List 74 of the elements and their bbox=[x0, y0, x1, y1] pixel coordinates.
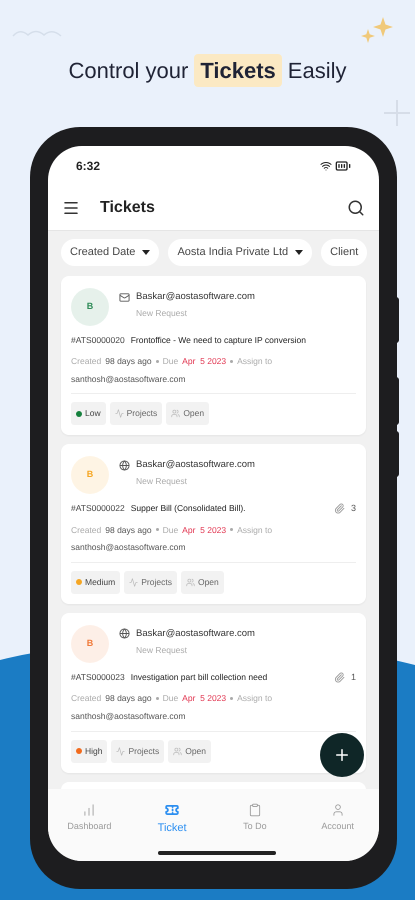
pulse-icon bbox=[114, 409, 124, 418]
due-label: Due bbox=[162, 692, 178, 705]
ticket-id: #ATS0000020 bbox=[71, 334, 125, 347]
status-tag: Open bbox=[180, 571, 224, 594]
paperclip-icon bbox=[334, 503, 345, 514]
ticket-card[interactable]: B Baskar@aostasoftware.com New Request #ATS0000023 Investigation part bill collection need 1 Created 98 days ago Due Apr 5 2023 Assign to santhosh@aostasoftware.com High Projects Open bbox=[61, 612, 366, 772]
ticket-title: Supper Bill (Consolidated Bill). bbox=[130, 502, 247, 516]
assignee-email: santhosh@aostasoftware.com bbox=[71, 541, 186, 554]
assign-label: Assign to bbox=[237, 354, 272, 368]
requester-email: Baskar@aostasoftware.com bbox=[136, 290, 255, 304]
clipboard-icon bbox=[248, 803, 262, 817]
ticket-id: #ATS0000022 bbox=[71, 502, 125, 516]
pulse-icon bbox=[116, 746, 126, 756]
plus-icon bbox=[333, 746, 351, 764]
ticket-icon bbox=[165, 803, 180, 817]
request-type: New Request bbox=[135, 307, 188, 320]
page-title: Tickets bbox=[100, 198, 156, 218]
avatar: B bbox=[71, 456, 109, 494]
due-label: Due bbox=[162, 524, 178, 536]
menu-icon[interactable] bbox=[62, 199, 80, 217]
headline-highlight: Tickets bbox=[194, 54, 282, 87]
mail-icon bbox=[119, 292, 130, 303]
ticket-card[interactable]: B Baskar@aostasoftware.com New Request #ATS0000022 Supper Bill (Consolidated Bill). 3 Created 98 days ago Due Apr 5 2023 Assign to santhosh@aostasoftware.com Medium Projects Open bbox=[61, 444, 366, 604]
ticket-title: Investigation part bill collection need bbox=[130, 671, 268, 684]
created-label: Created bbox=[71, 524, 102, 536]
pulse-icon bbox=[129, 578, 138, 587]
globe-icon bbox=[119, 628, 130, 640]
status-time: 6:32 bbox=[76, 158, 100, 175]
avatar: B bbox=[71, 624, 109, 663]
priority-tag: Low bbox=[71, 402, 106, 425]
requester-email: Baskar@aostasoftware.com bbox=[136, 458, 255, 472]
category-tag: Projects bbox=[124, 571, 177, 594]
avatar: B bbox=[71, 288, 109, 326]
due-date: Apr 5 2023 bbox=[182, 354, 226, 368]
created-age: 98 days ago bbox=[105, 354, 152, 368]
search-icon[interactable] bbox=[347, 199, 365, 217]
users-icon bbox=[173, 746, 182, 756]
paperclip-icon bbox=[334, 672, 345, 683]
category-tag: Projects bbox=[111, 740, 164, 762]
ticket-id: #ATS0000023 bbox=[71, 671, 125, 684]
assignee-email: santhosh@aostasoftware.com bbox=[71, 372, 186, 386]
headline-text: Easily bbox=[288, 57, 346, 85]
sparkle-icon bbox=[361, 17, 393, 43]
created-label: Created bbox=[71, 692, 102, 705]
headline-text: Control your bbox=[68, 57, 188, 85]
priority-tag: Medium bbox=[71, 571, 120, 594]
users-icon bbox=[186, 578, 195, 587]
attachment-count: 3 bbox=[350, 502, 356, 515]
attachment-count: 1 bbox=[350, 670, 356, 684]
assign-label: Assign to bbox=[237, 524, 272, 536]
request-type: New Request bbox=[135, 644, 188, 657]
due-label: Due bbox=[162, 354, 178, 368]
user-icon bbox=[330, 803, 345, 817]
category-tag: Projects bbox=[110, 402, 162, 425]
ticket-card[interactable]: B Baskar@aostasoftware.com New Request #ATS0000020 Frontoffice - We need to capture IP conversion Created 98 days ago Due Apr 5 2023 Assign to santhosh@aostasoftware.com Low Projects Open bbox=[61, 276, 366, 435]
assign-label: Assign to bbox=[237, 692, 272, 705]
filter-chip[interactable]: Aosta India Private Ltd bbox=[168, 239, 312, 266]
assignee-email: santhosh@aostasoftware.com bbox=[71, 710, 186, 723]
filter-chip[interactable]: Created Date bbox=[61, 239, 160, 266]
created-age: 98 days ago bbox=[105, 692, 152, 705]
status-tag: Open bbox=[168, 740, 211, 762]
created-label: Created bbox=[71, 354, 102, 368]
priority-tag: High bbox=[71, 740, 108, 762]
due-date: Apr 5 2023 bbox=[182, 692, 226, 705]
users-icon bbox=[171, 409, 180, 418]
request-type: New Request bbox=[135, 475, 188, 488]
ticket-title: Frontoffice - We need to capture IP conversion bbox=[130, 334, 308, 347]
filter-chip[interactable]: Client bbox=[321, 239, 368, 266]
status-tag: Open bbox=[166, 402, 210, 425]
globe-icon bbox=[119, 460, 130, 471]
bar-chart-icon bbox=[82, 803, 96, 817]
created-age: 98 days ago bbox=[105, 524, 152, 536]
due-date: Apr 5 2023 bbox=[182, 524, 226, 536]
requester-email: Baskar@aostasoftware.com bbox=[136, 626, 255, 641]
